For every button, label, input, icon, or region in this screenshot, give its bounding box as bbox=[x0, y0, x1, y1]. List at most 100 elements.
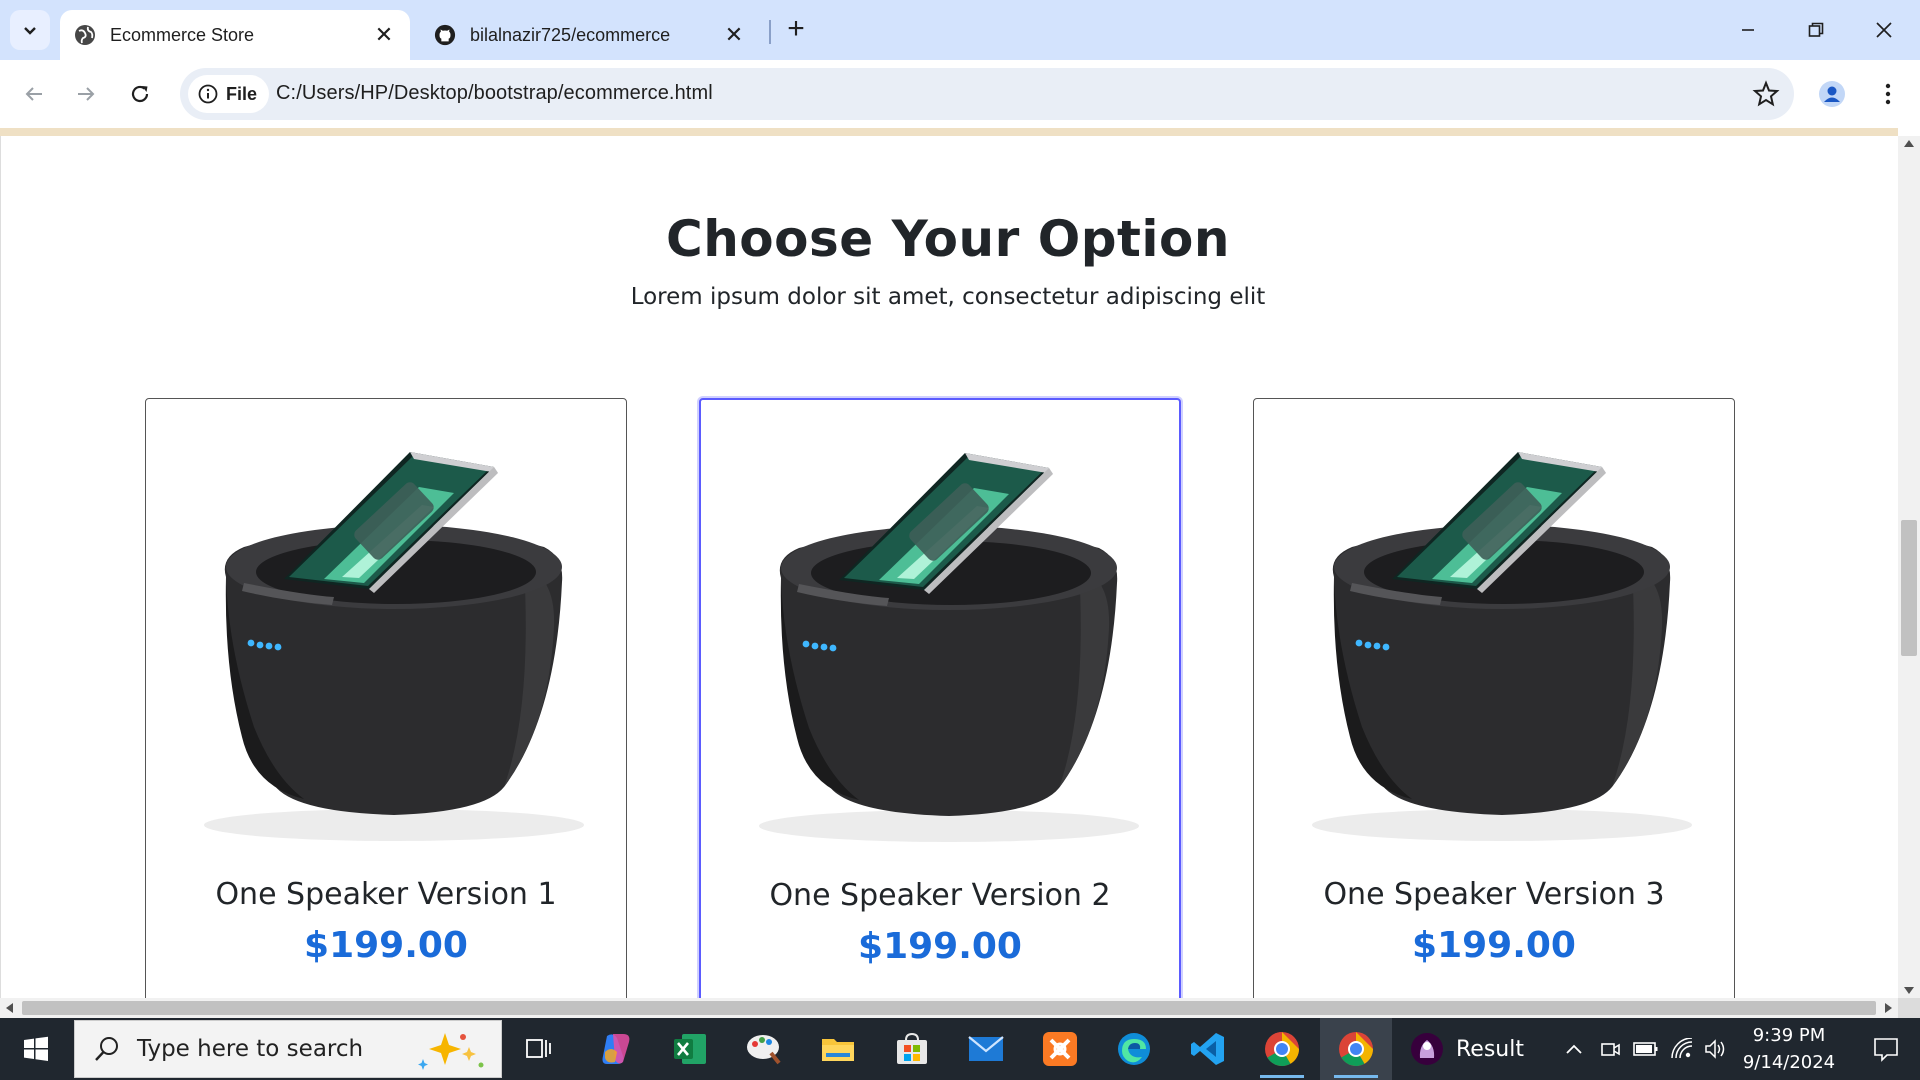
taskbar-app-vscode[interactable] bbox=[1172, 1018, 1244, 1080]
url-text[interactable]: C:/Users/HP/Desktop/bootstrap/ecommerce.… bbox=[276, 82, 713, 105]
speaker-product-image bbox=[164, 407, 610, 845]
tab-separator bbox=[769, 20, 771, 44]
scroll-right-arrow-icon[interactable] bbox=[1885, 1003, 1892, 1013]
product-name: One Speaker Version 3 bbox=[1323, 877, 1665, 912]
taskbar-app-excel[interactable] bbox=[654, 1018, 726, 1080]
horizontal-scroll-thumb[interactable] bbox=[22, 1001, 1876, 1015]
avatar-icon bbox=[1819, 81, 1845, 107]
site-info-chip[interactable]: File bbox=[188, 75, 270, 113]
speaker-product-image bbox=[1272, 407, 1718, 845]
site-chip-label: File bbox=[226, 83, 258, 104]
taskbar-app-file-explorer[interactable] bbox=[802, 1018, 874, 1080]
tab-github-repo[interactable]: bilalnazir725/ecommerce ✕ bbox=[420, 10, 760, 60]
widget-label: Result bbox=[1456, 1036, 1524, 1062]
address-bar[interactable]: File C:/Users/HP/Desktop/bootstrap/ecomm… bbox=[180, 68, 1794, 120]
info-icon bbox=[198, 84, 218, 104]
tray-meet-now-button[interactable] bbox=[1596, 1035, 1624, 1063]
tab-ecommerce-store[interactable]: Ecommerce Store ✕ bbox=[60, 10, 410, 60]
scroll-down-arrow-icon[interactable] bbox=[1904, 987, 1914, 994]
windows-taskbar: Type here to search Result 9:39 PM 9/14/… bbox=[0, 1018, 1920, 1080]
restore-button[interactable] bbox=[1796, 10, 1836, 50]
product-name: One Speaker Version 2 bbox=[769, 878, 1111, 913]
close-tab-icon[interactable]: ✕ bbox=[372, 23, 396, 47]
vscode-icon bbox=[1191, 1033, 1224, 1065]
taskbar-app-edge[interactable] bbox=[1098, 1018, 1170, 1080]
browser-menu-button[interactable] bbox=[1868, 74, 1908, 114]
chevron-down-icon bbox=[24, 27, 36, 35]
tab-title: Ecommerce Store bbox=[110, 24, 255, 45]
excel-icon bbox=[674, 1034, 706, 1064]
notification-icon bbox=[1874, 1038, 1898, 1062]
task-view-button[interactable] bbox=[504, 1018, 576, 1080]
taskbar-app-chrome-active[interactable] bbox=[1320, 1018, 1392, 1080]
taskbar-app-microsoft-store[interactable] bbox=[876, 1018, 948, 1080]
browser-toolbar: File C:/Users/HP/Desktop/bootstrap/ecomm… bbox=[0, 60, 1920, 128]
notification-center-button[interactable] bbox=[1852, 1018, 1920, 1080]
file-explorer-icon bbox=[822, 1039, 854, 1061]
taskbar-news-widget[interactable]: Result bbox=[1410, 1018, 1550, 1080]
taskbar-app-xampp[interactable] bbox=[1024, 1018, 1096, 1080]
tray-network-button[interactable] bbox=[1668, 1035, 1696, 1063]
close-tab-icon[interactable]: ✕ bbox=[722, 23, 746, 47]
taskbar-app-mail[interactable] bbox=[950, 1018, 1022, 1080]
start-button[interactable] bbox=[0, 1018, 72, 1080]
vertical-scroll-thumb[interactable] bbox=[1901, 520, 1917, 656]
product-price: $199.00 bbox=[858, 926, 1022, 967]
chevron-up-icon bbox=[1566, 1044, 1582, 1054]
page-top-accent bbox=[0, 128, 1898, 136]
product-card[interactable]: One Speaker Version 3 $199.00 bbox=[1253, 398, 1735, 998]
arrow-right-icon bbox=[78, 87, 95, 101]
tray-battery-button[interactable] bbox=[1632, 1035, 1660, 1063]
forward-button[interactable] bbox=[64, 72, 108, 116]
close-icon bbox=[1876, 22, 1892, 38]
globe-icon bbox=[75, 25, 95, 45]
vertical-scrollbar[interactable] bbox=[1898, 136, 1920, 998]
system-clock[interactable]: 9:39 PM 9/14/2024 bbox=[1728, 1022, 1850, 1076]
task-view-icon bbox=[526, 1039, 551, 1058]
tab-search-button[interactable] bbox=[10, 10, 50, 50]
chrome-icon bbox=[1339, 1032, 1373, 1066]
profile-button[interactable] bbox=[1812, 74, 1852, 114]
edge-icon bbox=[1118, 1033, 1150, 1065]
premier-league-icon bbox=[1411, 1033, 1443, 1065]
minimize-icon bbox=[1742, 29, 1754, 31]
product-price: $199.00 bbox=[1412, 925, 1576, 966]
speaker-product-image bbox=[719, 408, 1165, 846]
minimize-button[interactable] bbox=[1728, 10, 1768, 50]
windows-logo-icon bbox=[24, 1036, 48, 1061]
reload-button[interactable] bbox=[118, 72, 162, 116]
product-card[interactable]: One Speaker Version 1 $199.00 bbox=[145, 398, 627, 998]
tab-title: bilalnazir725/ecommerce bbox=[470, 24, 671, 45]
taskbar-search-box[interactable]: Type here to search bbox=[74, 1020, 502, 1078]
meet-now-icon bbox=[1601, 1043, 1620, 1056]
clock-time: 9:39 PM bbox=[1752, 1025, 1826, 1046]
taskbar-app-paint[interactable] bbox=[728, 1018, 800, 1080]
xampp-icon bbox=[1043, 1032, 1077, 1066]
product-card[interactable]: One Speaker Version 2 $199.00 bbox=[699, 398, 1181, 998]
scroll-up-arrow-icon[interactable] bbox=[1904, 140, 1914, 147]
restore-icon bbox=[1808, 22, 1824, 37]
show-hidden-icons-button[interactable] bbox=[1560, 1035, 1588, 1063]
taskbar-app-chrome[interactable] bbox=[1246, 1018, 1318, 1080]
paint-icon bbox=[747, 1035, 781, 1065]
product-price: $199.00 bbox=[304, 925, 468, 966]
sparkle-icon bbox=[418, 1033, 484, 1070]
browser-tab-strip: Ecommerce Store ✕ bilalnazir725/ecommerc… bbox=[0, 0, 1920, 60]
scroll-left-arrow-icon[interactable] bbox=[6, 1003, 13, 1013]
taskbar-app-copilot[interactable] bbox=[580, 1018, 652, 1080]
search-placeholder: Type here to search bbox=[137, 1036, 364, 1062]
back-button[interactable] bbox=[12, 72, 56, 116]
page-viewport: Choose Your Option Lorem ipsum dolor sit… bbox=[0, 136, 1898, 998]
close-window-button[interactable] bbox=[1864, 10, 1904, 50]
product-name: One Speaker Version 1 bbox=[215, 877, 557, 912]
battery-icon bbox=[1633, 1042, 1658, 1056]
new-tab-button[interactable]: + bbox=[780, 14, 812, 46]
github-icon bbox=[434, 24, 456, 46]
section-heading: Choose Your Option bbox=[666, 210, 1230, 268]
microsoft-store-icon bbox=[897, 1032, 927, 1064]
tray-volume-button[interactable] bbox=[1702, 1035, 1730, 1063]
copilot-icon bbox=[602, 1034, 630, 1064]
mail-icon bbox=[968, 1036, 1004, 1061]
bookmark-star-icon[interactable] bbox=[1752, 80, 1780, 108]
horizontal-scrollbar[interactable] bbox=[0, 998, 1898, 1018]
